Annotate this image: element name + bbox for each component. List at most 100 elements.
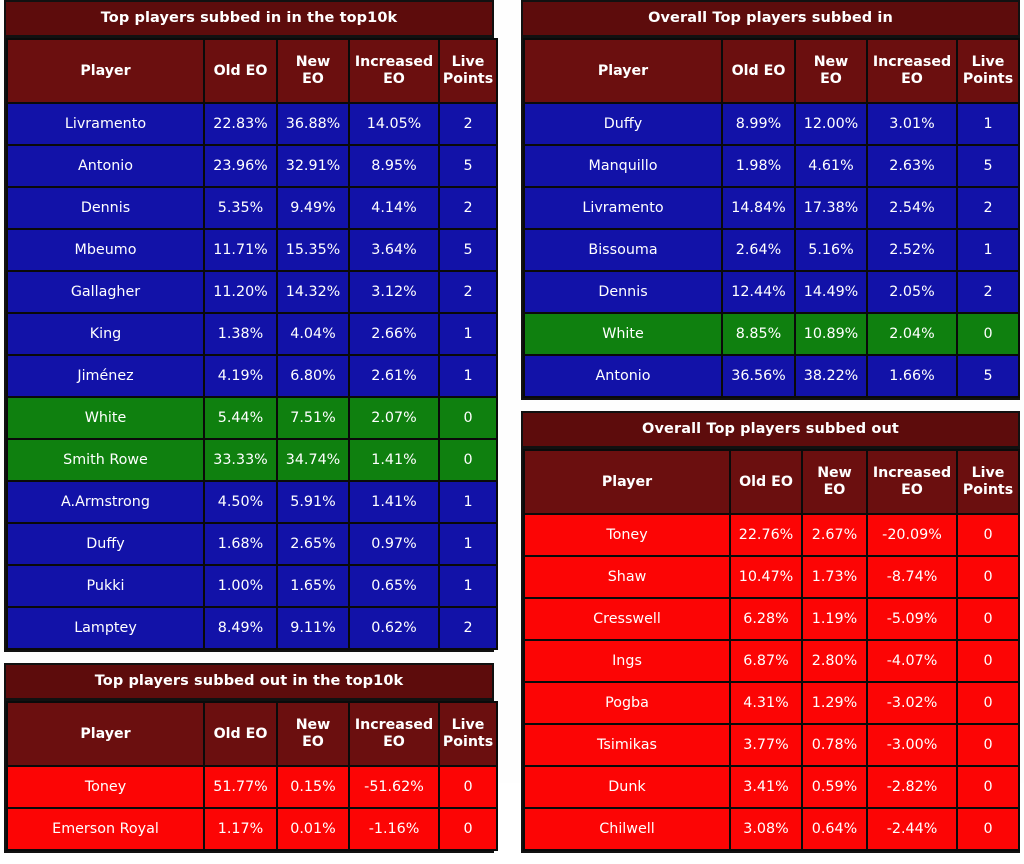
- cell-increased-eo: -20.09%: [866, 513, 958, 557]
- table-row: Duffy 1.68% 2.65% 0.97% 1: [6, 522, 498, 566]
- column-header-player: Player: [523, 38, 723, 104]
- table-body: Toney 22.76% 2.67% -20.09% 0 Shaw 10.47% 1.73% -…: [523, 513, 1020, 851]
- cell-live-points: 0: [956, 723, 1020, 767]
- cell-live-points: 2: [438, 606, 498, 650]
- cell-old-eo: 1.38%: [203, 312, 278, 356]
- cell-increased-eo: 3.64%: [348, 228, 440, 272]
- cell-increased-eo: -3.00%: [866, 723, 958, 767]
- cell-live-points: 1: [956, 102, 1020, 146]
- cell-live-points: 1: [438, 312, 498, 356]
- cell-increased-eo: 2.52%: [866, 228, 958, 272]
- cell-old-eo: 33.33%: [203, 438, 278, 482]
- cell-old-eo: 1.68%: [203, 522, 278, 566]
- cell-player: Cresswell: [523, 597, 731, 641]
- cell-live-points: 0: [956, 681, 1020, 725]
- cell-increased-eo: 1.41%: [348, 438, 440, 482]
- table-row: Tsimikas 3.77% 0.78% -3.00% 0: [523, 723, 1020, 767]
- header-line-2: EO: [820, 71, 842, 87]
- cell-new-eo: 14.32%: [276, 270, 350, 314]
- header-line-2: Points: [962, 71, 1014, 87]
- table-body: Livramento 22.83% 36.88% 14.05% 2 Antonio 23.9…: [6, 102, 498, 650]
- cell-player: Lamptey: [6, 606, 205, 650]
- cell-increased-eo: -2.82%: [866, 765, 958, 809]
- cell-live-points: 5: [438, 144, 498, 188]
- panel-top-players-subbed-out-top10k: Top players subbed out in the top10k Pla…: [4, 663, 498, 853]
- stats-dashboard: Top players subbed in in the top10k Play…: [0, 0, 1024, 853]
- cell-increased-eo: -1.16%: [348, 807, 440, 851]
- cell-old-eo: 6.28%: [729, 597, 803, 641]
- cell-live-points: 0: [956, 597, 1020, 641]
- table-row: Antonio 36.56% 38.22% 1.66% 5: [523, 354, 1020, 398]
- header-line-1: New: [817, 465, 852, 482]
- cell-live-points: 2: [956, 270, 1020, 314]
- column-header-player: Player: [6, 38, 205, 104]
- cell-new-eo: 0.15%: [276, 765, 350, 809]
- table-row: Antonio 23.96% 32.91% 8.95% 5: [6, 144, 498, 188]
- header-line-2: Points: [442, 71, 494, 87]
- cell-live-points: 1: [438, 480, 498, 524]
- cell-player: Jiménez: [6, 354, 205, 398]
- cell-player: Smith Rowe: [6, 438, 205, 482]
- right-column: Overall Top players subbed in Player Old…: [521, 0, 1020, 864]
- cell-player: Dennis: [523, 270, 723, 314]
- cell-new-eo: 5.91%: [276, 480, 350, 524]
- cell-increased-eo: 2.04%: [866, 312, 958, 356]
- table-row: Bissouma 2.64% 5.16% 2.52% 1: [523, 228, 1020, 272]
- cell-old-eo: 1.00%: [203, 564, 278, 608]
- cell-new-eo: 34.74%: [276, 438, 350, 482]
- cell-new-eo: 0.78%: [801, 723, 868, 767]
- cell-old-eo: 3.08%: [729, 807, 803, 851]
- cell-player: A.Armstrong: [6, 480, 205, 524]
- cell-player: Pogba: [523, 681, 731, 725]
- table-row: Lamptey 8.49% 9.11% 0.62% 2: [6, 606, 498, 650]
- cell-new-eo: 38.22%: [794, 354, 868, 398]
- table-row: Toney 22.76% 2.67% -20.09% 0: [523, 513, 1020, 557]
- cell-increased-eo: 2.07%: [348, 396, 440, 440]
- header-line-1: Increased: [354, 717, 434, 734]
- table-row: Dennis 12.44% 14.49% 2.05% 2: [523, 270, 1020, 314]
- table-row: Livramento 14.84% 17.38% 2.54% 2: [523, 186, 1020, 230]
- column-header-old-eo: Old EO: [203, 701, 278, 767]
- cell-old-eo: 1.17%: [203, 807, 278, 851]
- table-top-players-subbed-in-top10k: Player Old EO New EO Increased EO Live Poin…: [6, 38, 498, 650]
- cell-increased-eo: -5.09%: [866, 597, 958, 641]
- header-line-2: EO: [383, 71, 405, 87]
- cell-player: Manquillo: [523, 144, 723, 188]
- cell-live-points: 5: [956, 144, 1020, 188]
- column-header-live-points: Live Points: [438, 701, 498, 767]
- cell-player: Dennis: [6, 186, 205, 230]
- header-line-1: Live: [971, 465, 1005, 482]
- cell-live-points: 2: [438, 102, 498, 146]
- table-row: Duffy 8.99% 12.00% 3.01% 1: [523, 102, 1020, 146]
- cell-increased-eo: 2.61%: [348, 354, 440, 398]
- header-line-1: Increased: [354, 54, 434, 71]
- cell-new-eo: 1.19%: [801, 597, 868, 641]
- header-line-2: EO: [302, 734, 324, 750]
- cell-new-eo: 1.65%: [276, 564, 350, 608]
- cell-old-eo: 8.99%: [721, 102, 796, 146]
- table-overall-top-players-subbed-out: Player Old EO New EO Increased EO Live Poin…: [523, 449, 1020, 851]
- table-row: Livramento 22.83% 36.88% 14.05% 2: [6, 102, 498, 146]
- table-row: Jiménez 4.19% 6.80% 2.61% 1: [6, 354, 498, 398]
- cell-player: Livramento: [6, 102, 205, 146]
- cell-old-eo: 8.49%: [203, 606, 278, 650]
- cell-increased-eo: 2.63%: [866, 144, 958, 188]
- cell-increased-eo: -3.02%: [866, 681, 958, 725]
- cell-increased-eo: 0.65%: [348, 564, 440, 608]
- cell-live-points: 1: [956, 228, 1020, 272]
- cell-increased-eo: 4.14%: [348, 186, 440, 230]
- cell-old-eo: 11.20%: [203, 270, 278, 314]
- cell-player: Shaw: [523, 555, 731, 599]
- cell-new-eo: 10.89%: [794, 312, 868, 356]
- table-row: King 1.38% 4.04% 2.66% 1: [6, 312, 498, 356]
- column-header-new-eo: New EO: [276, 38, 350, 104]
- cell-new-eo: 2.67%: [801, 513, 868, 557]
- cell-new-eo: 2.65%: [276, 522, 350, 566]
- column-header-live-points: Live Points: [956, 38, 1020, 104]
- cell-player: Dunk: [523, 765, 731, 809]
- cell-player: Antonio: [523, 354, 723, 398]
- cell-player: Emerson Royal: [6, 807, 205, 851]
- table-overall-top-players-subbed-in: Player Old EO New EO Increased EO Live Poin…: [523, 38, 1020, 398]
- panel-overall-top-players-subbed-out: Overall Top players subbed out Player Ol…: [521, 411, 1020, 853]
- column-header-new-eo: New EO: [276, 701, 350, 767]
